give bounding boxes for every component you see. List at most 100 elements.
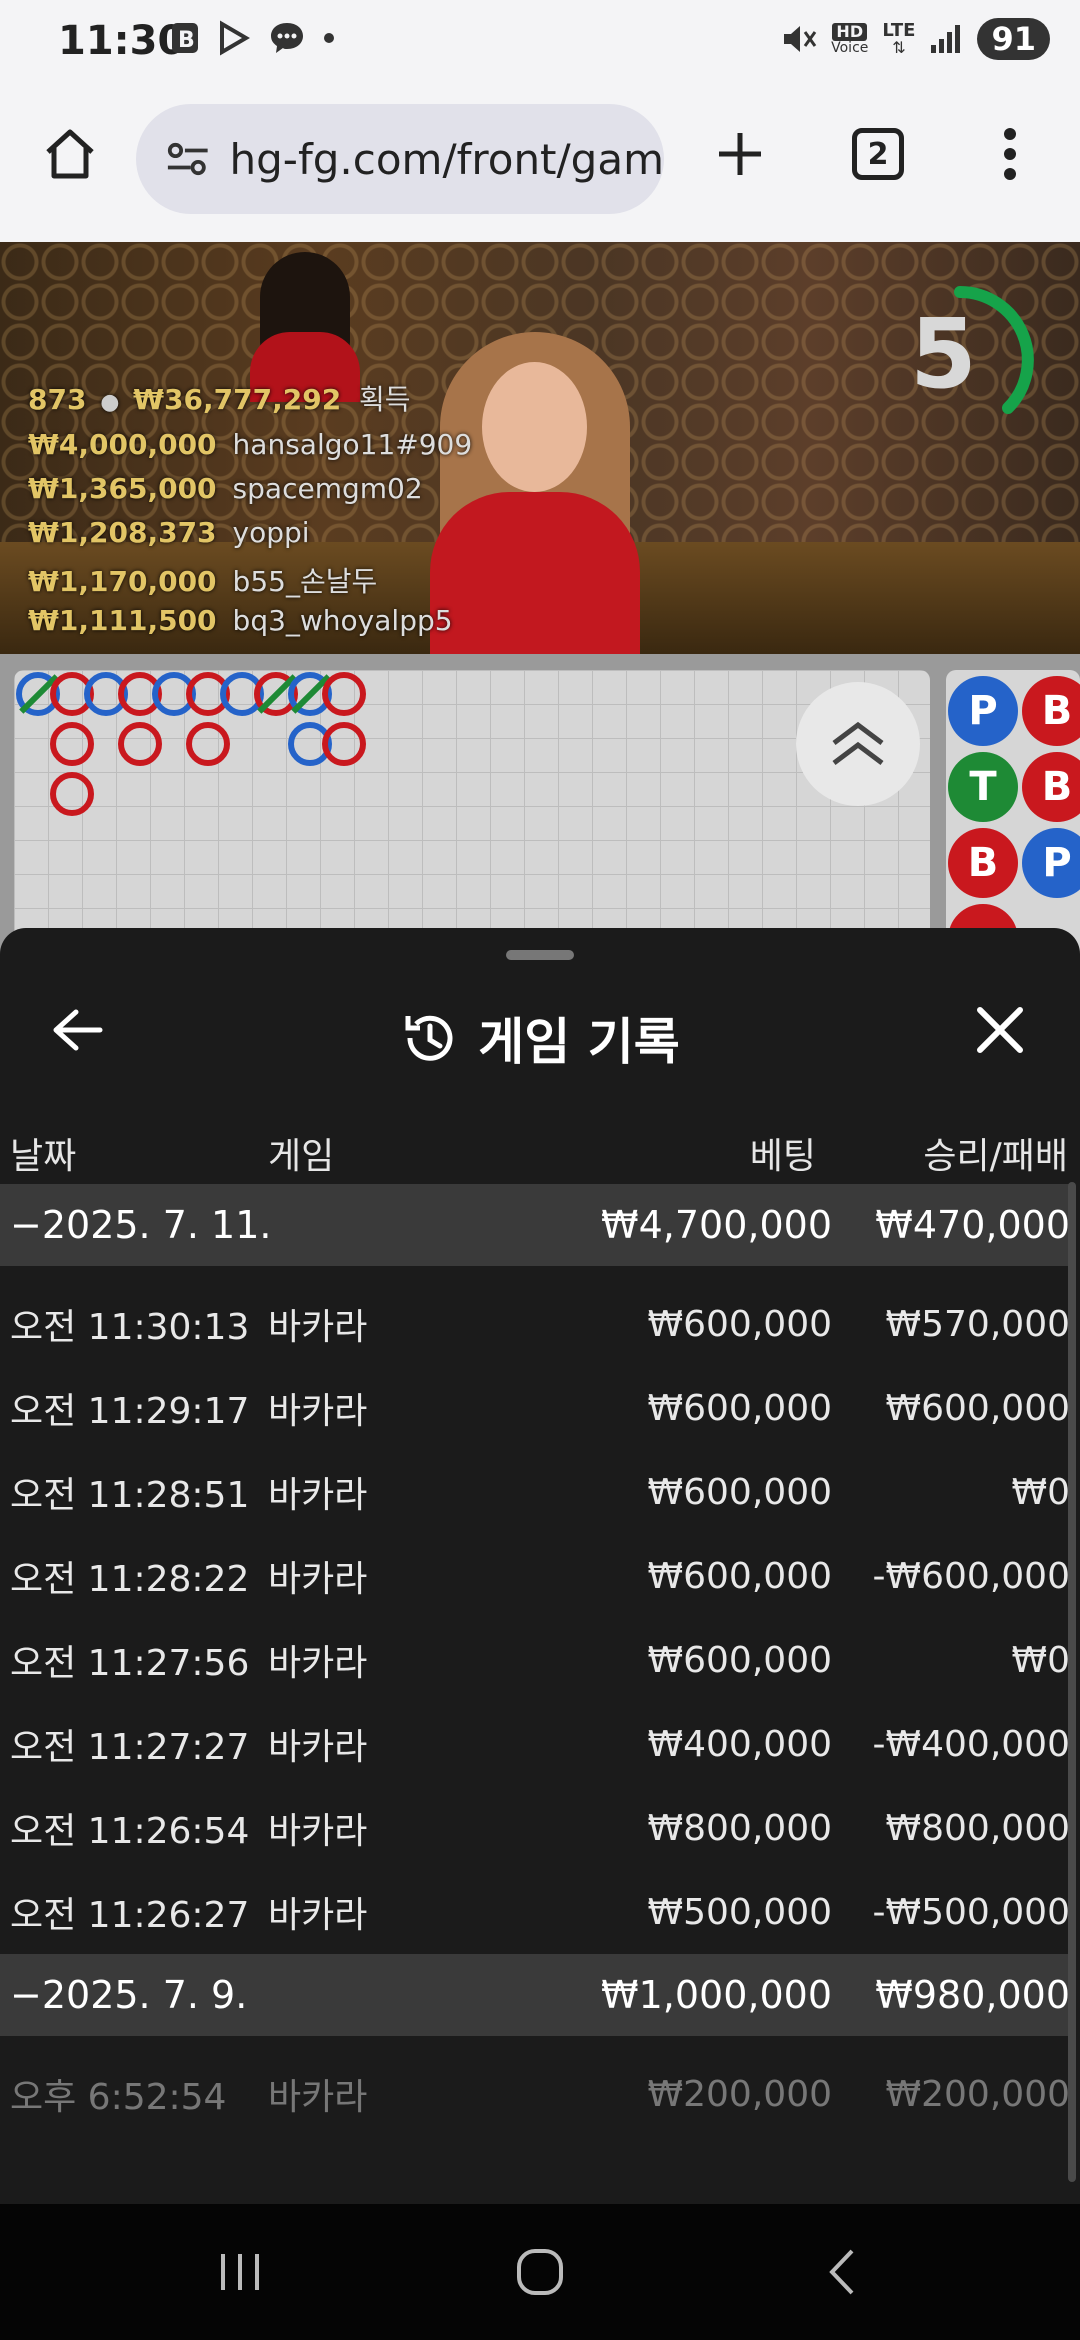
- row-game: 바카라: [268, 1307, 368, 1348]
- home-circle-icon: [517, 2249, 563, 2295]
- chevron-left-icon: [829, 2249, 854, 2295]
- row-time: 오전 11:27:56: [10, 1643, 250, 1684]
- summary-amount: ₩36,777,292: [133, 383, 342, 416]
- history-row[interactable]: 오후 6:52:54 바카라 ₩200,000 ₩200,000: [0, 2052, 1072, 2136]
- home-nav-button[interactable]: [490, 2204, 590, 2340]
- double-chevron-up-icon: [832, 721, 884, 765]
- home-button[interactable]: [30, 114, 110, 194]
- row-game: 바카라: [268, 2077, 368, 2118]
- winner-amount: ₩1,111,500: [28, 604, 217, 637]
- bead-pill-column: P B T B B P: [946, 670, 1080, 970]
- row-game: 바카라: [268, 1643, 368, 1684]
- history-row[interactable]: 오전 11:28:51 바카라 ₩600,000 ₩0: [0, 1450, 1072, 1534]
- banker-result-dot: [118, 722, 162, 766]
- sheet-header: 게임 기록: [0, 988, 1080, 1088]
- drag-handle[interactable]: [506, 950, 574, 960]
- row-bet: ₩600,000: [647, 1387, 832, 1429]
- row-time: 오전 11:28:51: [10, 1475, 250, 1516]
- row-game: 바카라: [268, 1391, 368, 1432]
- close-icon: [977, 1007, 1023, 1053]
- row-bet: ₩500,000: [647, 1891, 832, 1933]
- url-bar[interactable]: hg-fg.com/front/gam: [136, 104, 664, 214]
- row-bet: ₩800,000: [647, 1807, 832, 1849]
- new-tab-button[interactable]: [700, 114, 780, 194]
- summary-count: 873: [28, 383, 87, 416]
- history-row[interactable]: 오전 11:27:56 바카라 ₩600,000 ₩0: [0, 1618, 1072, 1702]
- header-game: 게임: [268, 1136, 335, 1177]
- history-row[interactable]: 오전 11:26:27 바카라 ₩500,000 -₩500,000: [0, 1870, 1072, 1954]
- betting-timer: 5: [880, 280, 1040, 440]
- row-win: ₩600,000: [885, 1387, 1070, 1429]
- history-row[interactable]: 오전 11:30:13 바카라 ₩600,000 ₩570,000: [0, 1282, 1072, 1366]
- status-time: 11:30: [58, 18, 186, 64]
- home-icon: [46, 129, 94, 179]
- banker-result-dot: [186, 722, 230, 766]
- group-win-total: ₩980,000: [875, 1973, 1070, 2017]
- row-game: 바카라: [268, 1895, 368, 1936]
- history-row[interactable]: 오전 11:27:27 바카라 ₩400,000 -₩400,000: [0, 1702, 1072, 1786]
- lte-icon: LTE ⇅: [882, 20, 916, 57]
- scrollbar[interactable]: [1068, 1182, 1076, 2182]
- banker-result-dot: [322, 672, 366, 716]
- live-video: 873 ● ₩36,777,292 획득 ₩4,000,000 hansalgo1…: [0, 242, 1080, 654]
- row-win: -₩600,000: [872, 1555, 1070, 1597]
- winner-name: hansalgo11#909: [232, 428, 473, 461]
- row-time: 오전 11:30:13: [10, 1307, 250, 1348]
- winner-row: ₩1,365,000 spacemgm02: [28, 472, 423, 505]
- signal-icon: [931, 25, 961, 53]
- winner-row: ₩1,111,500 bq3_whoyalpp5: [28, 604, 453, 637]
- system-nav-bar: [0, 2204, 1080, 2340]
- history-row[interactable]: 오전 11:29:17 바카라 ₩600,000 ₩600,000: [0, 1366, 1072, 1450]
- winner-name: bq3_whoyalpp5: [232, 604, 453, 637]
- timer-value: 5: [910, 298, 977, 410]
- mute-icon: [784, 26, 817, 52]
- row-win: ₩0: [1011, 1471, 1071, 1513]
- svg-text:B: B: [178, 28, 195, 53]
- date-group-header[interactable]: −2025. 7. 11. ₩4,700,000 ₩470,000: [0, 1184, 1072, 1266]
- date-group-header[interactable]: −2025. 7. 9. ₩1,000,000 ₩980,000: [0, 1954, 1072, 2036]
- background-dealer: [250, 252, 360, 402]
- hd-label: HD: [832, 23, 868, 41]
- bead-pill: P: [948, 676, 1018, 746]
- row-win: -₩500,000: [872, 1891, 1070, 1933]
- group-win-total: ₩470,000: [875, 1203, 1070, 1247]
- row-time: 오전 11:29:17: [10, 1391, 250, 1432]
- tab-count: 2: [852, 128, 904, 180]
- row-win: -₩400,000: [872, 1723, 1070, 1765]
- battery-indicator: 91: [977, 18, 1050, 60]
- history-row[interactable]: 오전 11:26:54 바카라 ₩800,000 ₩800,000: [0, 1786, 1072, 1870]
- winner-row: ₩4,000,000 hansalgo11#909: [28, 428, 472, 461]
- history-row[interactable]: 오전 11:28:22 바카라 ₩600,000 -₩600,000: [0, 1534, 1072, 1618]
- row-time: 오후 6:52:54: [10, 2077, 227, 2118]
- recent-apps-button[interactable]: [190, 2204, 290, 2340]
- row-time: 오전 11:27:27: [10, 1727, 250, 1768]
- row-game: 바카라: [268, 1727, 368, 1768]
- tab-switcher-button[interactable]: 2: [838, 114, 918, 194]
- bead-pill: B: [948, 828, 1018, 898]
- row-time: 오전 11:28:22: [10, 1559, 250, 1600]
- table-header: 날짜 게임 베팅 승리/패배: [0, 1118, 1072, 1188]
- group-date: −2025. 7. 11.: [10, 1203, 272, 1247]
- row-time: 오전 11:26:27: [10, 1895, 250, 1936]
- close-button[interactable]: [972, 1002, 1028, 1062]
- row-win: ₩800,000: [885, 1807, 1070, 1849]
- winners-summary: 873 ● ₩36,777,292 획득: [28, 378, 410, 418]
- banker-result-dot: [322, 722, 366, 766]
- site-settings-icon[interactable]: [166, 139, 210, 179]
- back-nav-button[interactable]: [792, 2204, 892, 2340]
- menu-button[interactable]: [970, 114, 1050, 194]
- row-bet: ₩400,000: [647, 1723, 832, 1765]
- expand-roads-button[interactable]: [796, 682, 920, 806]
- group-bet-total: ₩4,700,000: [601, 1203, 832, 1247]
- winner-amount: ₩1,365,000: [28, 472, 217, 505]
- winner-name: b55_손날두: [232, 565, 378, 598]
- row-bet: ₩200,000: [647, 2073, 832, 2115]
- winner-amount: ₩1,208,373: [28, 516, 217, 549]
- winner-amount: ₩4,000,000: [28, 428, 217, 461]
- header-date: 날짜: [10, 1136, 77, 1177]
- chat-icon: [271, 23, 303, 53]
- row-bet: ₩600,000: [647, 1471, 832, 1513]
- recent-apps-icon: [221, 2254, 259, 2290]
- bead-pill: B: [1022, 752, 1080, 822]
- play-icon: [220, 20, 250, 56]
